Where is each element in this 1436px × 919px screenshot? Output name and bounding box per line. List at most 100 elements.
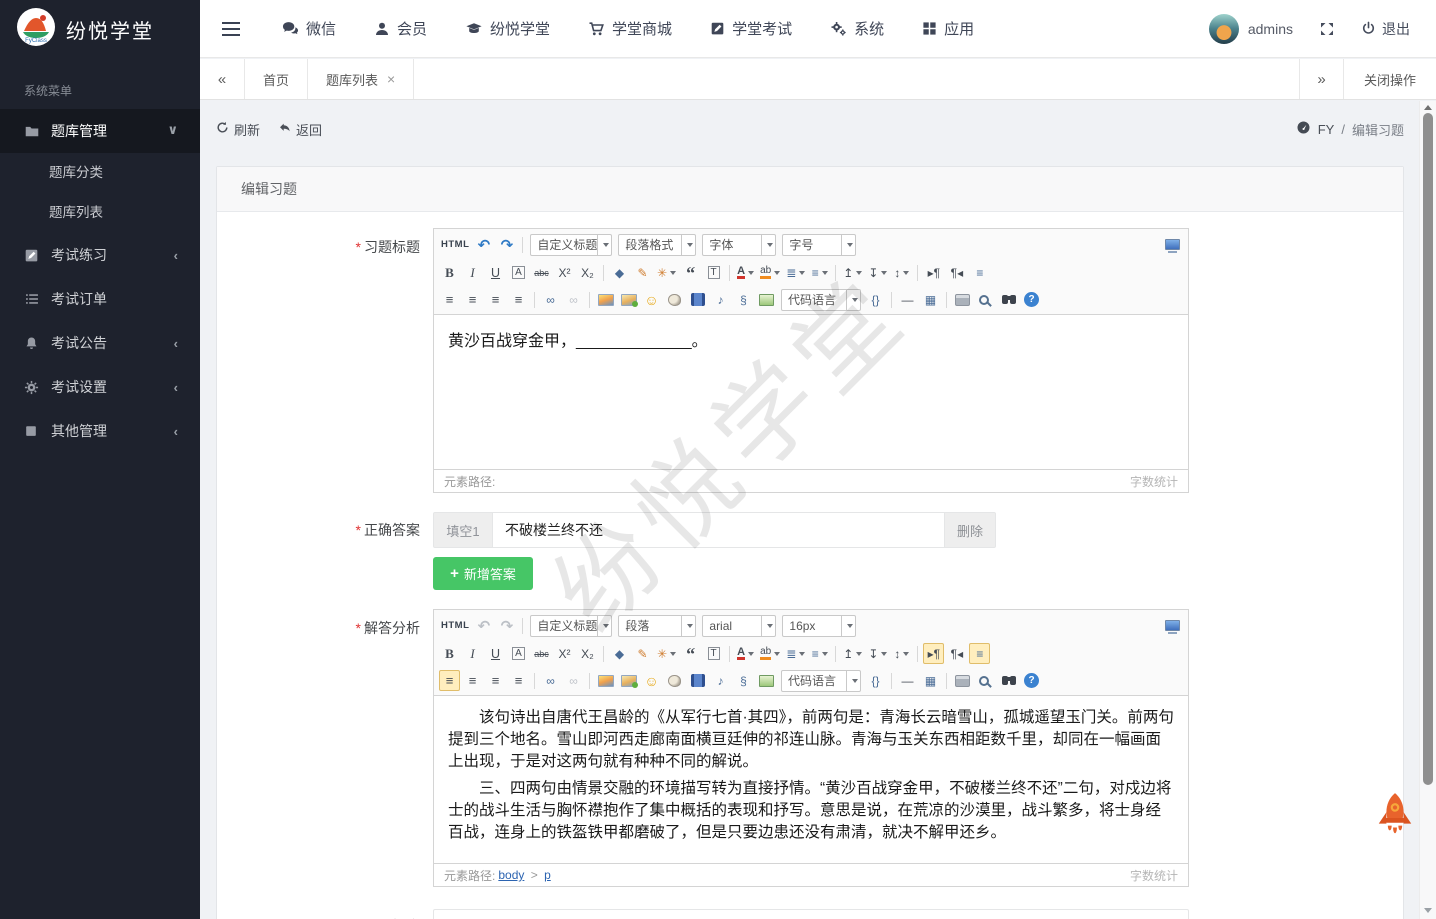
insert-image-icon[interactable] [595,670,616,691]
attachment-icon[interactable]: § [733,670,754,691]
superscript-icon[interactable]: X² [554,643,575,664]
bold-icon[interactable]: B [439,262,460,283]
bold-icon[interactable]: B [439,643,460,664]
close-tab-icon[interactable]: × [387,71,395,87]
hamburger-menu-icon[interactable] [222,18,240,40]
redo-icon[interactable]: ↷ [496,234,517,255]
ordered-list-icon[interactable]: ≣ [784,643,807,664]
back-color-icon[interactable]: ab [758,262,782,283]
auto-typeset-icon[interactable]: ✳ [655,643,678,664]
strikethrough-icon[interactable]: abc [531,262,552,283]
redo-icon[interactable]: ↷ [496,615,517,636]
font-border-icon[interactable]: A [508,643,529,664]
analysis-editor-content[interactable]: 该句诗出自唐代王昌龄的《从军行七首·其四》，前两句是：青海长云暗雪山，孤城遥望玉… [434,696,1188,863]
element-path-link[interactable]: body [498,868,524,882]
underline-icon[interactable]: U [485,643,506,664]
nav-item-exam[interactable]: 学堂考试 [710,18,792,39]
align-justify-icon[interactable]: ≡ [508,670,529,691]
preview-icon[interactable] [975,670,996,691]
sidebar-item-exam-orders[interactable]: 考试订单 [0,277,200,321]
scrollbar-thumb[interactable] [1423,113,1433,785]
spacing-top-icon[interactable]: ↥ [841,262,864,283]
eraser-icon[interactable]: ◆ [609,643,630,664]
breadcrumb-app[interactable]: FY [1318,122,1335,137]
palette-icon[interactable] [664,289,685,310]
unordered-list-icon[interactable]: ≡ [809,262,830,283]
print-icon[interactable] [952,289,973,310]
sidebar-item-other-mgmt[interactable]: 其他管理‹ [0,409,200,453]
paste-text-icon[interactable]: T [703,262,724,283]
nav-item-apps[interactable]: 应用 [922,18,974,39]
nav-item-school[interactable]: 纷悦学堂 [465,18,550,39]
select-paragraph[interactable]: 段落 [618,615,696,637]
snapshot-icon[interactable] [756,670,777,691]
italic-icon[interactable]: I [462,643,483,664]
nav-item-wechat[interactable]: 微信 [282,18,336,39]
paragraph-format-icon[interactable]: ≡ [969,643,990,664]
first-indent-icon[interactable]: ▸¶ [923,262,944,283]
tab-bank-list[interactable]: 题库列表× [307,59,414,99]
nav-item-mall[interactable]: 学堂商城 [588,18,672,39]
select-code-language[interactable]: 代码语言 [781,670,861,692]
spacing-bottom-icon[interactable]: ↧ [866,643,889,664]
nav-item-members[interactable]: 会员 [374,18,427,39]
insert-video-icon[interactable] [687,670,708,691]
close-operations-button[interactable]: 关闭操作 [1343,59,1436,99]
format-brush-icon[interactable]: ✎ [632,262,653,283]
first-indent-icon[interactable]: ▸¶ [923,643,944,664]
underline-icon[interactable]: U [485,262,506,283]
select-size[interactable]: 16px [782,615,856,637]
select-paragraph[interactable]: 段落格式 [618,234,696,256]
scrawl-icon[interactable] [618,670,639,691]
snapshot-icon[interactable] [756,289,777,310]
undo-icon[interactable]: ↶ [473,234,494,255]
align-right-icon[interactable]: ≡ [485,289,506,310]
print-icon[interactable] [952,670,973,691]
insert-code-icon[interactable]: {} [865,670,886,691]
preview-icon[interactable] [975,289,996,310]
insert-code-icon[interactable]: {} [865,289,886,310]
format-brush-icon[interactable]: ✎ [632,643,653,664]
sidebar-item-exam-settings[interactable]: 考试设置‹ [0,365,200,409]
sort-input[interactable] [433,909,1189,919]
element-path-link[interactable]: p [544,868,551,882]
select-font[interactable]: 字体 [702,234,776,256]
unlink-icon[interactable]: ∞ [563,289,584,310]
refresh-button[interactable]: 刷新 [216,120,260,139]
emotion-icon[interactable]: ☺ [641,670,662,691]
select-size[interactable]: 字号 [782,234,856,256]
fullscreen-icon[interactable] [1162,615,1183,636]
insert-table-icon[interactable]: ▦ [920,289,941,310]
paste-text-icon[interactable]: T [703,643,724,664]
emotion-icon[interactable]: ☺ [641,289,662,310]
add-answer-button[interactable]: + 新增答案 [433,557,533,590]
spacing-top-icon[interactable]: ↥ [841,643,864,664]
nav-item-system[interactable]: 系统 [830,18,884,39]
horizontal-rule-icon[interactable]: — [897,289,918,310]
insert-table-icon[interactable]: ▦ [920,670,941,691]
help-icon[interactable]: ? [1021,289,1042,310]
back-button[interactable]: 返回 [278,120,322,139]
subscript-icon[interactable]: X₂ [577,262,598,283]
blockquote-icon[interactable]: “ [680,643,701,664]
select-custom-style[interactable]: 自定义标题 [530,615,612,637]
scrollbar-down-arrow[interactable] [1424,908,1432,913]
insert-music-icon[interactable]: ♪ [710,289,731,310]
italic-icon[interactable]: I [462,262,483,283]
sidebar-subitem-bank-list[interactable]: 题库列表 [0,193,200,233]
align-center-icon[interactable]: ≡ [462,670,483,691]
select-font[interactable]: arial [702,615,776,637]
align-left-icon[interactable]: ≡ [439,289,460,310]
align-right-icon[interactable]: ≡ [485,670,506,691]
align-left-icon[interactable]: ≡ [439,670,460,691]
horizontal-rule-icon[interactable]: — [897,670,918,691]
scrawl-icon[interactable] [618,289,639,310]
back-color-icon[interactable]: ab [758,643,782,664]
answer-input[interactable] [492,513,945,547]
insert-video-icon[interactable] [687,289,708,310]
eraser-icon[interactable]: ◆ [609,262,630,283]
spacing-bottom-icon[interactable]: ↧ [866,262,889,283]
sidebar-item-exam-practice[interactable]: 考试练习‹ [0,233,200,277]
tabs-scroll-left-icon[interactable]: « [200,59,244,99]
fullscreen-toggle-icon[interactable] [1319,21,1335,37]
